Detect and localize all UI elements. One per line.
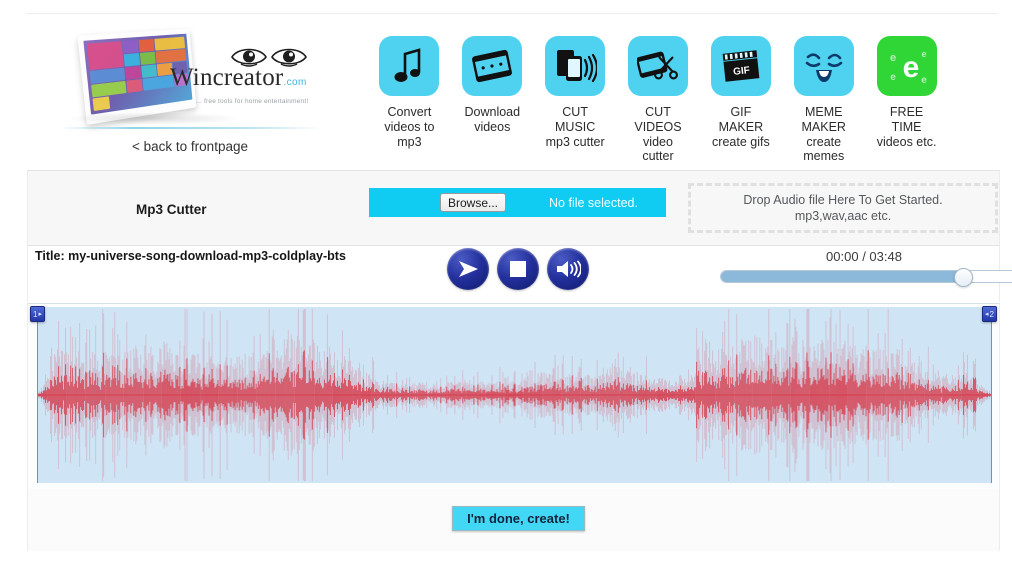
play-button[interactable] — [447, 248, 489, 290]
svg-text:GIF: GIF — [733, 65, 751, 78]
waveform-area[interactable]: 1 ▸ ◂ 2 — [27, 303, 1000, 489]
waveform-selection-region[interactable] — [37, 307, 992, 483]
scissors-film-icon — [628, 36, 688, 96]
site-header: Wincreator.com ... free tools for home e… — [0, 14, 1012, 166]
volume-slider[interactable] — [720, 268, 1012, 287]
back-to-frontpage-link[interactable]: < back to frontpage — [60, 139, 320, 154]
nav-label: CUT MUSIC mp3 cutter — [545, 105, 605, 149]
nav-item-cut-music[interactable]: CUT MUSIC mp3 cutter — [534, 36, 617, 176]
smiley-face-icon — [793, 36, 854, 96]
nav-item-convert-videos-to-mp3[interactable]: Convert videos to mp3 — [368, 36, 451, 176]
brand-tagline: ... free tools for home entertainment! — [196, 98, 309, 105]
nav-label: MEME MAKER create memes — [801, 105, 846, 164]
nav-item-cut-videos[interactable]: CUT VIDEOS video cutter — [617, 36, 700, 176]
play-icon — [459, 261, 478, 277]
tool-nav-icons: Convert videos to mp3 Download videos CU… — [368, 36, 948, 176]
selection-marker-start[interactable]: 1 ▸ — [30, 306, 45, 322]
nav-label: CUT VIDEOS video cutter — [634, 105, 682, 164]
brand-domain-suffix: .com — [283, 77, 307, 88]
tablet-shadow — [66, 112, 241, 125]
browse-button[interactable]: Browse... — [440, 193, 507, 212]
speaker-icon — [557, 260, 581, 278]
file-input-row[interactable]: Browse... No file selected. — [369, 188, 666, 217]
nav-label: GIF MAKER create gifs — [712, 105, 770, 149]
selection-marker-end[interactable]: ◂ 2 — [982, 306, 997, 322]
site-logo-block[interactable]: Wincreator.com ... free tools for home e… — [60, 26, 320, 161]
nav-item-gif-maker[interactable]: GIF GIF MAKER create gifs — [699, 36, 782, 176]
transport-controls — [447, 248, 589, 290]
tool-title: Mp3 Cutter — [136, 202, 207, 217]
nav-item-download-videos[interactable]: Download videos — [451, 36, 534, 176]
marker-start-label: 1 — [33, 309, 38, 319]
chevron-left-icon: ◂ — [985, 311, 989, 318]
create-button[interactable]: I'm done, create! — [452, 506, 585, 531]
slider-knob[interactable] — [954, 268, 974, 287]
dropzone-primary-text: Drop Audio file Here To Get Started. — [743, 193, 943, 207]
volume-button[interactable] — [547, 248, 589, 290]
waveform-graphic — [38, 309, 991, 481]
action-footer: I'm done, create! — [27, 489, 1000, 551]
film-strip-icon — [462, 36, 523, 96]
audio-dropzone[interactable]: Drop Audio file Here To Get Started. mp3… — [688, 183, 998, 233]
brand-underline — [60, 127, 320, 129]
nav-item-meme-maker[interactable]: MEME MAKER create memes — [782, 36, 865, 176]
audio-player-bar: Title: my-universe-song-download-mp3-col… — [27, 246, 1012, 302]
music-note-icon — [379, 36, 440, 96]
brand-name-text: Wincreator — [170, 64, 284, 91]
svg-text:e: e — [921, 49, 926, 59]
nav-label: Download videos — [464, 105, 521, 134]
stop-button[interactable] — [497, 248, 539, 290]
nav-label: FREE TIME videos etc. — [876, 105, 937, 149]
svg-text:e: e — [921, 75, 927, 86]
letter-e-icon: e e e e e — [876, 36, 937, 96]
nav-item-free-time[interactable]: e e e e e FREE TIME videos etc. — [865, 36, 948, 176]
nav-label: Convert videos to mp3 — [384, 105, 435, 149]
svg-text:e: e — [890, 52, 896, 64]
phone-audio-icon — [545, 36, 606, 96]
dropzone-formats-text: mp3,wav,aac etc. — [794, 209, 892, 223]
gif-clapper-icon: GIF — [710, 36, 771, 96]
file-status-label: No file selected. — [549, 195, 638, 210]
svg-text:e: e — [890, 72, 896, 83]
svg-text:e: e — [902, 51, 919, 84]
brand-name: Wincreator.com — [170, 64, 307, 92]
logo-artwork: Wincreator.com ... free tools for home e… — [60, 26, 320, 129]
track-title: Title: my-universe-song-download-mp3-col… — [35, 249, 346, 263]
slider-fill — [721, 271, 964, 282]
tool-panel: Mp3 Cutter Browse... No file selected. D… — [27, 170, 1000, 246]
marker-end-label: 2 — [989, 309, 994, 319]
stop-icon — [510, 261, 526, 277]
playback-time-display: 00:00 / 03:48 — [826, 249, 902, 264]
page-root: Wincreator.com ... free tools for home e… — [0, 0, 1012, 561]
chevron-right-icon: ▸ — [38, 311, 42, 318]
